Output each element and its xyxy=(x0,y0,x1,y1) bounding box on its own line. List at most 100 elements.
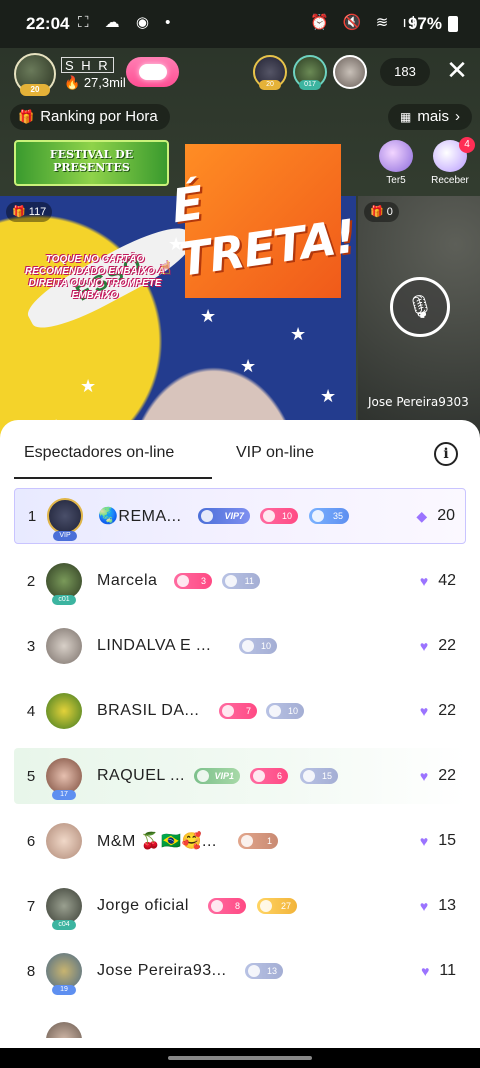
battery-icon xyxy=(448,16,458,32)
star-icon: ★ xyxy=(320,386,337,406)
score-value: 22 xyxy=(438,702,456,719)
score-value: 13 xyxy=(438,897,456,914)
close-icon[interactable]: ✕ xyxy=(444,56,470,84)
list-item[interactable]: 8 19 Jose Pereira93... 13 ♥ 11 xyxy=(14,943,466,999)
avatar xyxy=(46,758,82,794)
user-name: Jose Pereira93... xyxy=(97,962,227,979)
heart-level-badge: 10 xyxy=(260,508,298,524)
score-value: 42 xyxy=(438,572,456,589)
host-name[interactable]: S H R xyxy=(61,57,114,73)
list-item[interactable]: 3 LINDALVA E ... 10 ♥ 22 xyxy=(14,618,466,674)
top-viewer-avatar[interactable] xyxy=(333,55,367,89)
follow-button[interactable] xyxy=(126,57,179,87)
user-level-badge: 10 xyxy=(239,638,277,654)
bunny-icon: ♥ xyxy=(419,573,429,589)
top-viewer-badge: 017 xyxy=(299,80,321,90)
star-icon: ★ xyxy=(80,376,97,396)
cloud-gift-icon xyxy=(379,140,413,172)
status-right-icons: ⏰ 🔇 ≋ ıl xyxy=(310,14,420,31)
host-followers-value: 27,3mil xyxy=(83,75,126,90)
top-viewer-badge: 20 xyxy=(259,80,281,90)
heart-level-badge: 8 xyxy=(208,898,246,914)
more-button[interactable]: ▦ mais › xyxy=(388,104,472,130)
score: ◆ 20 xyxy=(416,507,455,525)
user-name: Jorge oficial xyxy=(97,897,189,914)
list-item[interactable]: 4 BRASIL DA... 7 10 ♥ 22 xyxy=(14,683,466,739)
bunny-icon: ♥ xyxy=(419,898,429,914)
treta-banner[interactable]: É TRETA! xyxy=(168,144,358,298)
user-level-badge: 15 xyxy=(300,768,338,784)
vip-badge: VIP7 xyxy=(198,508,250,524)
star-icon: ★ xyxy=(240,356,257,376)
mic-muted-icon[interactable]: 🎙 xyxy=(390,277,450,337)
list-item[interactable]: 2 c01 Marcela 3 11 ♥ 42 xyxy=(14,553,466,609)
avatar xyxy=(46,953,82,989)
avatar-badge: 17 xyxy=(52,790,76,800)
list-item[interactable]: 6 M&M 🍒🇧🇷🥰... 1 ♥ 15 xyxy=(14,813,466,869)
active-tab-indicator xyxy=(14,477,212,479)
user-name: RAQUEL ... xyxy=(97,767,185,784)
avatar xyxy=(46,693,82,729)
score: ♥ 22 xyxy=(420,637,456,655)
user-level-badge: 10 xyxy=(266,703,304,719)
user-name: M&M 🍒🇧🇷🥰... xyxy=(97,833,217,850)
avatar-badge: c01 xyxy=(52,595,76,605)
tab-online-viewers[interactable]: Espectadores on-line xyxy=(24,444,174,462)
side-button-label: Receber xyxy=(431,175,469,186)
host-level-badge: 20 xyxy=(20,84,50,96)
list-item[interactable]: 5 17 RAQUEL ... VIP1 6 15 ♥ 22 xyxy=(14,748,466,804)
user-name: 🌏REMA... xyxy=(98,508,182,525)
score: ♥ 42 xyxy=(420,572,456,590)
avatar xyxy=(46,628,82,664)
promo-text: TOQUE NO CARTÃO RECOMENDADO EMBAIXO À DI… xyxy=(10,254,180,302)
chevron-right-icon: › xyxy=(455,108,460,125)
status-time: 22:04 xyxy=(26,14,70,33)
rank-number: 6 xyxy=(26,832,36,850)
user-name: Marcela xyxy=(97,572,158,589)
list-item-partial[interactable] xyxy=(14,1008,466,1038)
avatar-badge: 19 xyxy=(52,985,76,995)
info-icon[interactable]: i xyxy=(434,442,458,466)
home-indicator[interactable] xyxy=(168,1056,312,1060)
host-gift-count: 🎁 117 xyxy=(6,202,53,222)
hourly-ranking-chip[interactable]: 🎁 Ranking por Hora xyxy=(10,104,170,130)
rank-number: 1 xyxy=(27,507,37,525)
gem-icon: ◆ xyxy=(416,507,428,524)
user-level-badge: 35 xyxy=(309,508,349,524)
guest-name[interactable]: Jose Pereira9303 xyxy=(368,395,469,409)
user-level-badge: 27 xyxy=(257,898,297,914)
tab-vip-online[interactable]: VIP on-line xyxy=(236,444,314,462)
promo-text-label: TOQUE NO CARTÃO RECOMENDADO EMBAIXO À DI… xyxy=(24,254,165,301)
score: ♥ 13 xyxy=(420,897,456,915)
status-left-icons: ⛶ ☁ ◉ • xyxy=(78,14,177,31)
avatar xyxy=(47,498,83,534)
viewer-count[interactable]: 183 xyxy=(380,58,430,86)
rank-number: 4 xyxy=(26,702,36,720)
guest-gift-count: 🎁 0 xyxy=(364,202,399,222)
side-button-ter5[interactable]: Ter5 xyxy=(376,140,416,186)
avatar xyxy=(46,823,82,859)
heart-level-badge: 3 xyxy=(174,573,212,589)
score-value: 22 xyxy=(438,637,456,654)
score: ♥ 22 xyxy=(420,702,456,720)
bunny-icon: ♥ xyxy=(419,768,429,784)
treta-label: É TRETA! xyxy=(168,175,358,287)
star-icon: ★ xyxy=(200,306,217,326)
score: ♥ 15 xyxy=(420,832,456,850)
side-button-label: Ter5 xyxy=(386,175,406,186)
bunny-icon: ♥ xyxy=(419,703,429,719)
rank-number: 3 xyxy=(26,637,36,655)
score-value: 20 xyxy=(437,507,455,524)
host-gift-value: 117 xyxy=(28,206,47,218)
list-item[interactable]: 1 VIP 🌏REMA... VIP7 10 35 ◆ 20 xyxy=(14,488,466,544)
avatar-badge: c04 xyxy=(52,920,76,930)
festival-banner[interactable]: FESTIVAL DE PRESENTES xyxy=(14,140,169,186)
list-item[interactable]: 7 c04 Jorge oficial 8 27 ♥ 13 xyxy=(14,878,466,934)
sheet-tabs: Espectadores on-line VIP on-line i xyxy=(0,420,480,480)
status-bar: 22:04 ⛶ ☁ ◉ • ⏰ 🔇 ≋ ıl 97% xyxy=(0,0,480,48)
user-level-badge: 11 xyxy=(222,573,260,589)
guest-gift-value: 0 xyxy=(386,206,393,218)
gift-icon: 🎁 xyxy=(18,109,35,124)
bunny-icon: ♥ xyxy=(421,963,430,979)
rank-number: 7 xyxy=(26,897,36,915)
